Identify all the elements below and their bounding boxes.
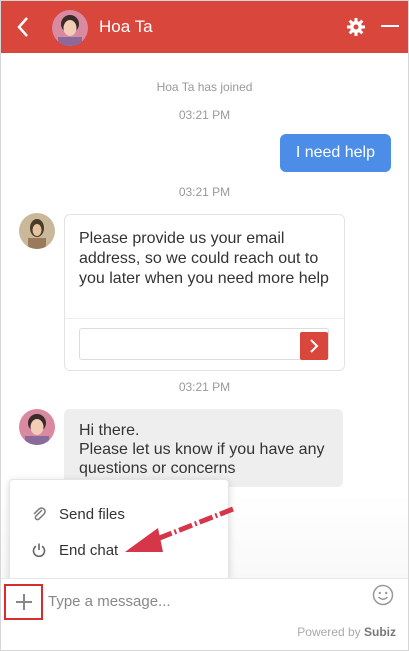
powered-by: Powered by Subiz <box>297 625 396 639</box>
plus-icon <box>15 594 32 610</box>
timestamp: 03:21 PM <box>178 108 231 122</box>
divider <box>65 318 344 319</box>
email-field[interactable] <box>79 328 329 360</box>
message-input[interactable] <box>48 590 358 612</box>
email-request-text: Please provide us your email address, so… <box>79 230 329 287</box>
incoming-message-line: Please let us know if you have any quest… <box>79 441 325 477</box>
incoming-message-line: Hi there. <box>79 422 140 439</box>
submit-email-button[interactable] <box>300 332 328 360</box>
agent-avatar <box>19 213 55 249</box>
end-chat-menu-item[interactable]: End chat <box>30 541 118 559</box>
email-request-card: Please provide us your email address, so… <box>64 214 345 371</box>
attach-button[interactable] <box>4 584 43 620</box>
menu-item-label: End chat <box>59 541 119 559</box>
gear-icon[interactable] <box>346 17 366 37</box>
contact-name: Hoa Ta <box>99 17 153 36</box>
system-message: Hoa Ta has joined <box>156 80 253 94</box>
chat-widget: Hoa Ta Hoa Ta has joined 03:21 PM I need… <box>0 0 409 651</box>
outgoing-message: I need help <box>279 134 391 172</box>
brand-name[interactable]: Subiz <box>364 625 396 639</box>
chevron-right-icon <box>310 339 319 353</box>
paperclip-icon <box>30 505 48 523</box>
timestamp: 03:21 PM <box>178 185 231 199</box>
back-icon[interactable] <box>11 13 35 41</box>
emoji-icon[interactable] <box>372 584 394 606</box>
incoming-message: Hi there. Please let us know if you have… <box>64 409 343 487</box>
minimize-icon[interactable] <box>381 25 399 27</box>
chat-header: Hoa Ta <box>1 1 408 53</box>
avatar <box>52 10 88 46</box>
composer: Powered by Subiz <box>1 578 408 650</box>
menu-item-label: Send files <box>59 505 125 523</box>
send-files-menu-item[interactable]: Send files <box>30 505 125 523</box>
agent-avatar <box>19 409 55 445</box>
power-icon <box>30 541 48 559</box>
timestamp: 03:21 PM <box>178 380 231 394</box>
attachment-menu: Send files End chat <box>9 479 229 585</box>
